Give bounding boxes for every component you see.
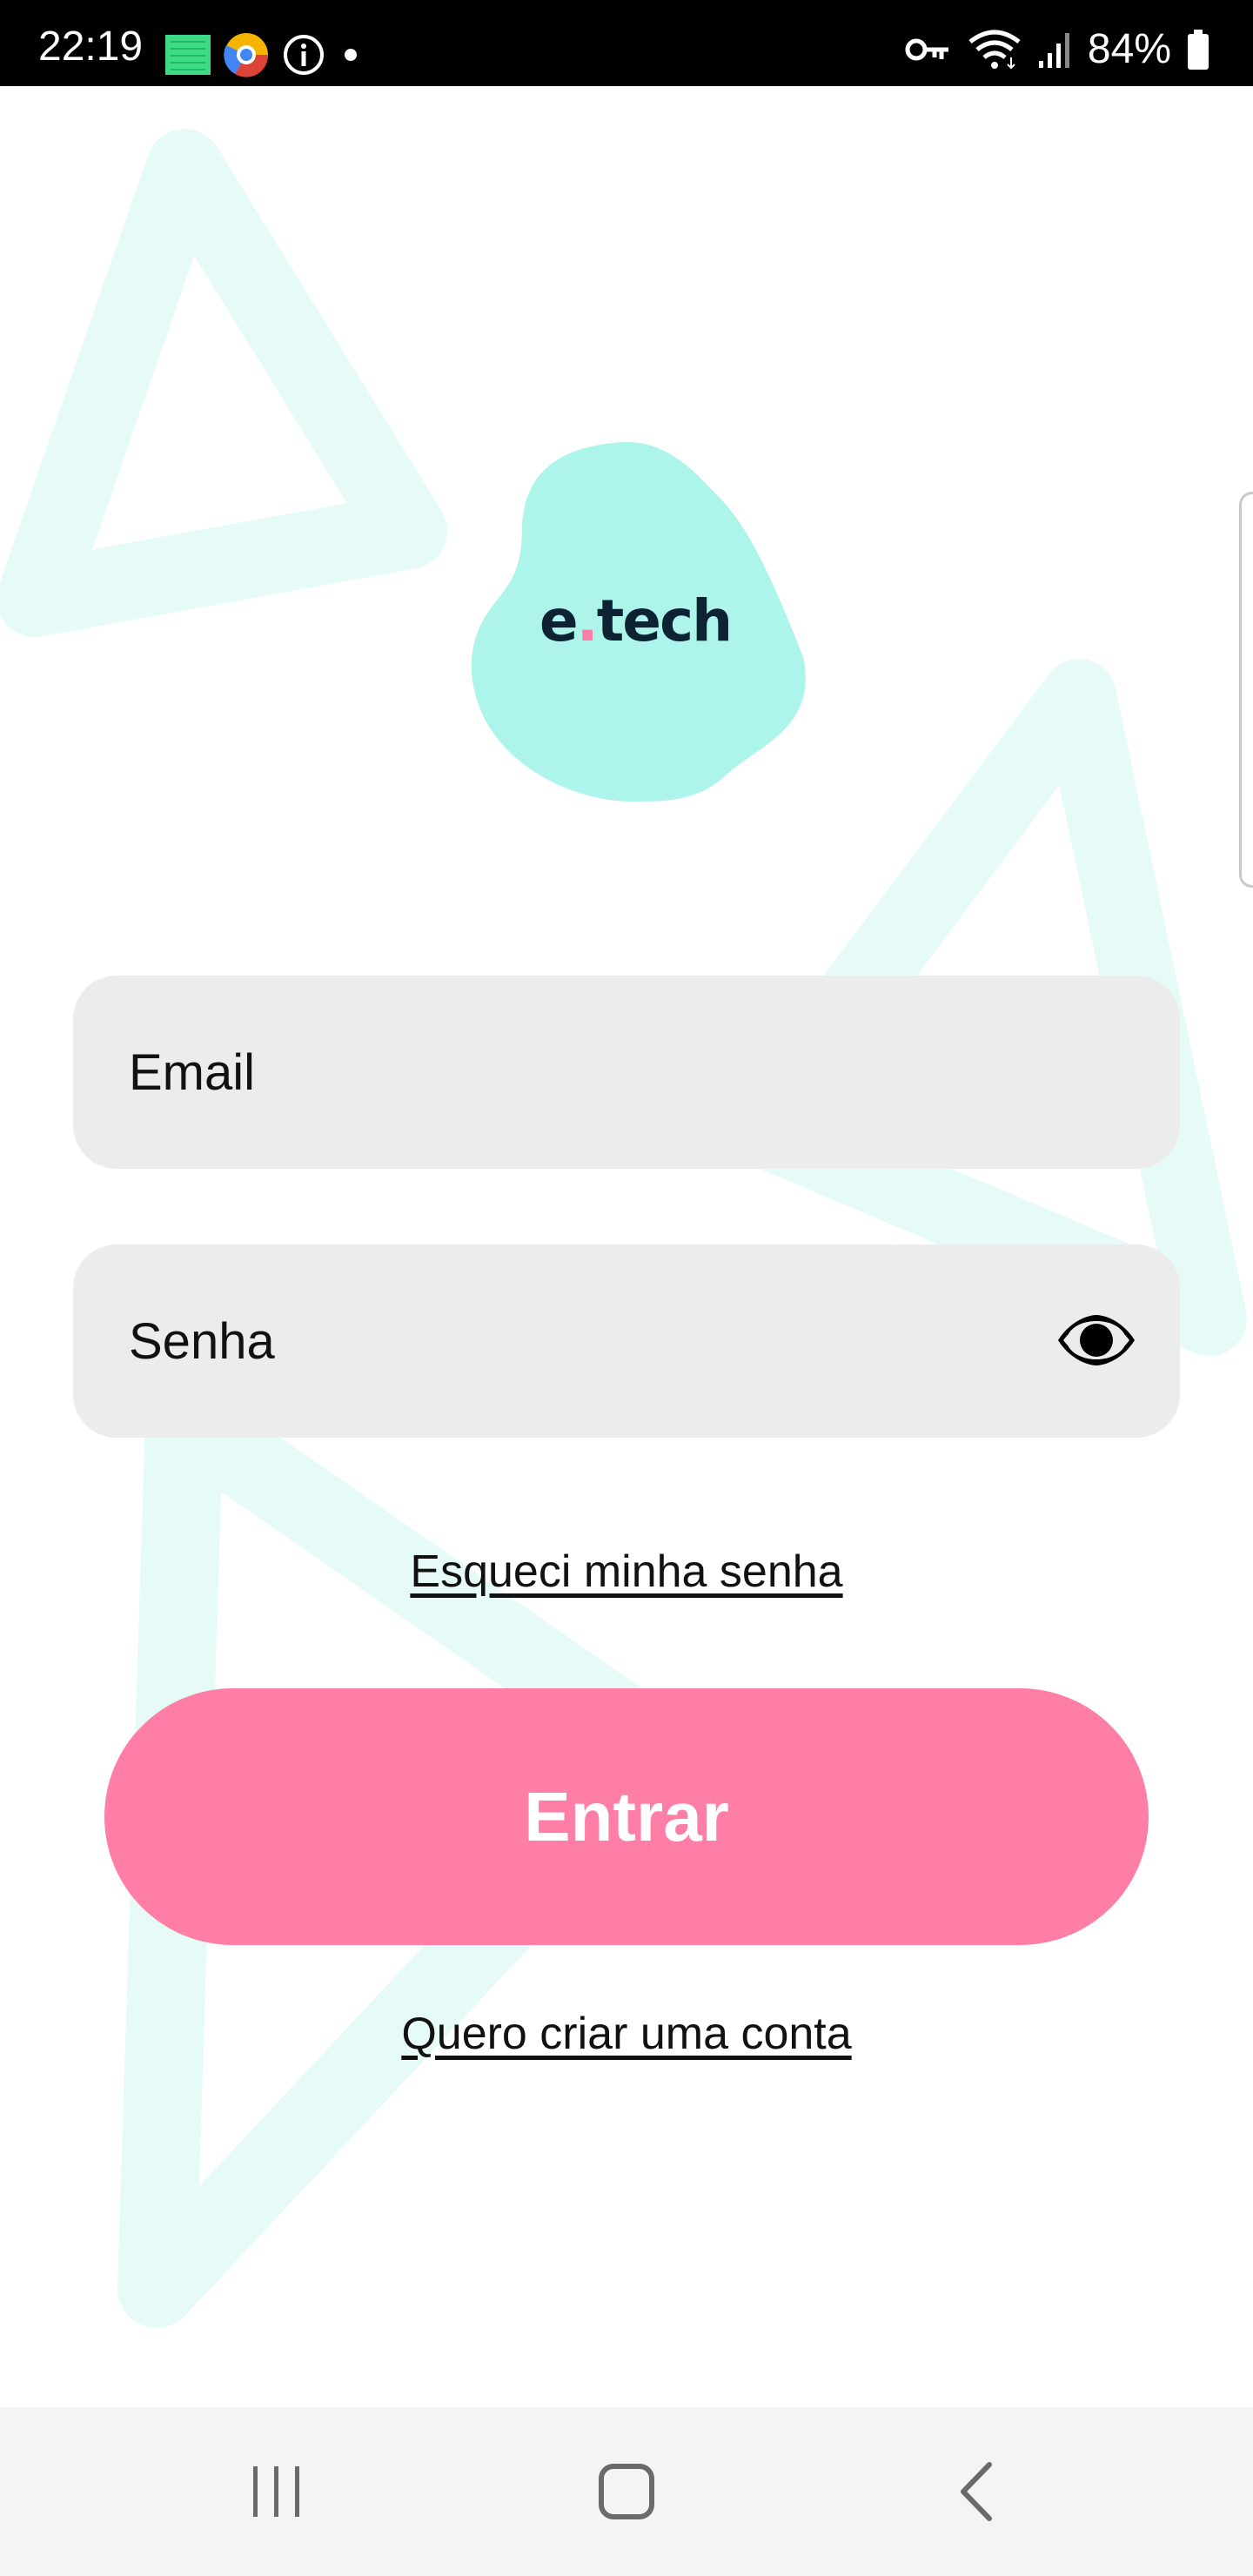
recents-button[interactable] — [224, 2444, 329, 2539]
back-icon — [961, 2462, 992, 2521]
login-screen: 22:19 84% e.tech Email Esqueci minha sen… — [0, 0, 1253, 2576]
email-input[interactable] — [129, 976, 1016, 1169]
toggle-password-visibility-button[interactable] — [1053, 1297, 1140, 1384]
logo-text-tech: tech — [596, 587, 733, 654]
vpn-key-icon — [905, 38, 948, 61]
app-square-icon — [165, 35, 211, 75]
create-account-link[interactable]: Quero criar uma conta — [0, 2008, 1253, 2060]
password-input[interactable] — [129, 1244, 1016, 1438]
logo-wordmark: e.tech — [461, 587, 809, 654]
etech-logo: e.tech — [461, 439, 809, 805]
email-field[interactable] — [73, 976, 1180, 1169]
forgot-password-link[interactable]: Esqueci minha senha — [0, 1546, 1253, 1598]
navigation-bar — [0, 2407, 1253, 2576]
signal-icon — [1038, 33, 1069, 68]
password-field[interactable] — [73, 1244, 1180, 1438]
home-button[interactable] — [574, 2444, 679, 2539]
back-button[interactable] — [926, 2444, 1030, 2539]
notification-dot-icon — [345, 49, 357, 61]
logo-text-e: e — [539, 587, 579, 654]
status-notification-icons — [165, 31, 364, 78]
logo-dot: . — [576, 587, 599, 654]
status-system-icons: 84% — [905, 26, 1209, 73]
battery-icon — [1188, 30, 1209, 70]
status-bar: 22:19 84% — [0, 0, 1253, 86]
recents-icon — [253, 2466, 299, 2517]
chrome-like-app-icon — [224, 33, 269, 77]
wifi-icon — [968, 30, 1021, 70]
info-icon — [284, 35, 324, 75]
home-icon — [599, 2464, 654, 2519]
eye-icon — [1058, 1315, 1135, 1365]
login-button[interactable]: Entrar — [104, 1688, 1149, 1945]
status-time: 22:19 — [38, 23, 144, 70]
battery-percentage: 84% — [1087, 26, 1171, 72]
edge-panel-handle[interactable] — [1239, 492, 1253, 888]
